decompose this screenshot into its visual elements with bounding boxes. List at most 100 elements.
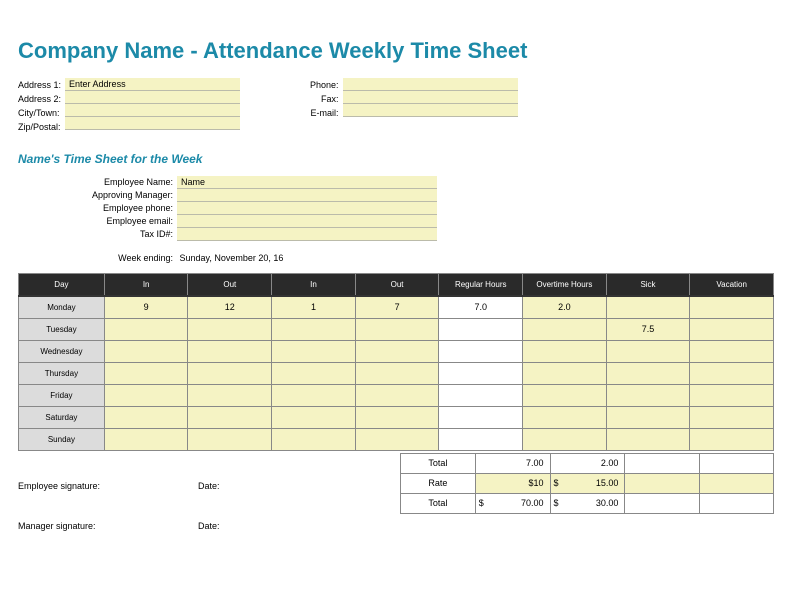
sick-cell[interactable]: 7.5 [606, 318, 690, 340]
total-sick [625, 453, 699, 473]
sick-cell[interactable] [606, 384, 690, 406]
out1-cell[interactable] [188, 340, 272, 362]
reg-cell [439, 318, 523, 340]
ot-cell[interactable] [523, 340, 607, 362]
out1-cell[interactable]: 12 [188, 296, 272, 318]
addr2-field[interactable] [65, 91, 240, 104]
vac-cell[interactable] [690, 318, 774, 340]
phone-field[interactable] [343, 78, 518, 91]
in2-cell[interactable] [272, 384, 356, 406]
col-header-6: Overtime Hours [523, 274, 607, 297]
out1-cell[interactable] [188, 318, 272, 340]
manager-field[interactable] [177, 189, 437, 202]
emp-email-label: Employee email: [62, 215, 177, 228]
in1-cell[interactable] [104, 340, 188, 362]
week-ending: Week ending: Sunday, November 20, 16 [113, 253, 774, 263]
ot-cell[interactable]: 2.0 [523, 296, 607, 318]
out1-cell[interactable] [188, 406, 272, 428]
day-cell: Thursday [19, 362, 105, 384]
zip-field[interactable] [65, 117, 240, 130]
vac-cell[interactable] [690, 428, 774, 450]
col-header-1: In [104, 274, 188, 297]
sick-cell[interactable] [606, 428, 690, 450]
out1-cell[interactable] [188, 362, 272, 384]
in2-cell[interactable] [272, 318, 356, 340]
company-info-section: Address 1: Address 2: City/Town: Zip/Pos… [18, 78, 774, 134]
city-field[interactable] [65, 104, 240, 117]
in2-cell[interactable]: 1 [272, 296, 356, 318]
reg-cell [439, 406, 523, 428]
manager-label: Approving Manager: [62, 189, 177, 202]
vac-cell[interactable] [690, 384, 774, 406]
ot-cell[interactable] [523, 362, 607, 384]
sick-cell[interactable] [606, 340, 690, 362]
ot-cell[interactable] [523, 318, 607, 340]
city-label: City/Town: [18, 106, 65, 120]
addr1-field[interactable]: Enter Address [65, 78, 240, 91]
sick-cell[interactable] [606, 296, 690, 318]
emp-name-field[interactable]: Name [177, 176, 437, 189]
out2-cell[interactable] [355, 384, 439, 406]
day-cell: Wednesday [19, 340, 105, 362]
sick-cell[interactable] [606, 362, 690, 384]
emp-phone-field[interactable] [177, 202, 437, 215]
day-cell: Sunday [19, 428, 105, 450]
total-ot-hours: 2.00 [550, 453, 625, 473]
day-cell: Saturday [19, 406, 105, 428]
out1-cell[interactable] [188, 384, 272, 406]
out2-cell[interactable] [355, 362, 439, 384]
vac-cell[interactable] [690, 340, 774, 362]
in1-cell[interactable] [104, 362, 188, 384]
out2-cell[interactable] [355, 318, 439, 340]
reg-rate[interactable]: $10 [475, 473, 550, 493]
mgr-sig-date-label: Date: [198, 521, 220, 531]
phone-label: Phone: [310, 78, 343, 92]
addr2-label: Address 2: [18, 92, 65, 106]
out1-cell[interactable] [188, 428, 272, 450]
tax-field[interactable] [177, 228, 437, 241]
sick-rate[interactable] [625, 473, 699, 493]
emp-email-field[interactable] [177, 215, 437, 228]
in1-cell[interactable] [104, 384, 188, 406]
ot-cell[interactable] [523, 384, 607, 406]
in1-cell[interactable] [104, 406, 188, 428]
page-title: Company Name - Attendance Weekly Time Sh… [18, 38, 774, 64]
out2-cell[interactable] [355, 428, 439, 450]
out2-cell[interactable] [355, 406, 439, 428]
in2-cell[interactable] [272, 406, 356, 428]
in1-cell[interactable] [104, 428, 188, 450]
grand-total-label: Total [401, 493, 476, 513]
ot-cell[interactable] [523, 428, 607, 450]
subheading: Name's Time Sheet for the Week [18, 152, 774, 166]
in1-cell[interactable] [104, 318, 188, 340]
fax-field[interactable] [343, 91, 518, 104]
email-label: E-mail: [310, 106, 343, 120]
emp-sig-label: Employee signature: [18, 481, 128, 491]
vac-rate[interactable] [699, 473, 773, 493]
emp-phone-label: Employee phone: [62, 202, 177, 215]
in1-cell[interactable]: 9 [104, 296, 188, 318]
vac-cell[interactable] [690, 406, 774, 428]
reg-cell [439, 384, 523, 406]
ot-cell[interactable] [523, 406, 607, 428]
col-header-0: Day [19, 274, 105, 297]
sick-cell[interactable] [606, 406, 690, 428]
vac-cell[interactable] [690, 296, 774, 318]
out2-cell[interactable]: 7 [355, 296, 439, 318]
in2-cell[interactable] [272, 340, 356, 362]
in2-cell[interactable] [272, 428, 356, 450]
reg-cell: 7.0 [439, 296, 523, 318]
reg-cell [439, 340, 523, 362]
addr1-label: Address 1: [18, 78, 65, 92]
email-field[interactable] [343, 104, 518, 117]
ot-total: $30.00 [550, 493, 625, 513]
emp-name-label: Employee Name: [62, 176, 177, 189]
col-header-3: In [272, 274, 356, 297]
employee-info-section: Employee Name: Approving Manager: Employ… [62, 176, 774, 241]
vac-cell[interactable] [690, 362, 774, 384]
out2-cell[interactable] [355, 340, 439, 362]
in2-cell[interactable] [272, 362, 356, 384]
tax-label: Tax ID#: [62, 228, 177, 241]
ot-rate[interactable]: $15.00 [550, 473, 625, 493]
mgr-sig-label: Manager signature: [18, 521, 128, 531]
